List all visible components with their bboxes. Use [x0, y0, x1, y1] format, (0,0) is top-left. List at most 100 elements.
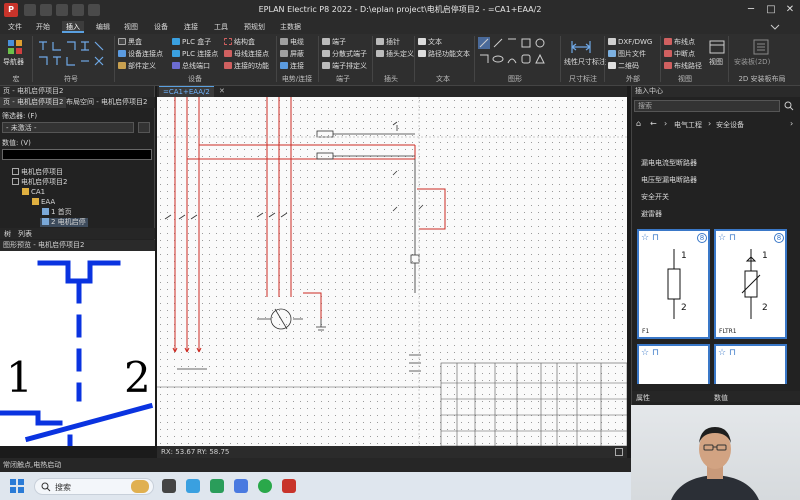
- distributed-terminal-button[interactable]: 分散式端子: [322, 50, 367, 59]
- bus-port-button[interactable]: 总线端口: [172, 62, 210, 71]
- image-file-button[interactable]: 图片文件: [608, 50, 646, 59]
- eplan-taskbar-icon[interactable]: [282, 479, 296, 493]
- menu-preplanning[interactable]: 预规划: [244, 21, 265, 33]
- navigator-icon[interactable]: [6, 38, 24, 56]
- tab-pages[interactable]: 页 - 电机启停项目2: [0, 97, 67, 108]
- menu-connect[interactable]: 连接: [184, 21, 198, 33]
- breadcrumb-electrical[interactable]: 电气工程: [674, 120, 702, 130]
- home-icon[interactable]: ⌂: [636, 119, 641, 128]
- menu-start[interactable]: 开始: [36, 21, 50, 33]
- breadcrumb-safety[interactable]: 安全设备: [716, 120, 744, 130]
- tree-node-eaa[interactable]: EAA: [32, 198, 55, 207]
- ribbon-options-icon[interactable]: [770, 22, 780, 32]
- close-button[interactable]: ✕: [783, 3, 797, 17]
- maximize-button[interactable]: □: [764, 3, 778, 17]
- category-voltage-rcd[interactable]: 电压型漏电断路器: [641, 175, 697, 185]
- symbol-tile-f1[interactable]: ☆ ⊓ 8 1 2 F1: [637, 229, 710, 339]
- tree-node-page2-selected[interactable]: 2 电机启停: [40, 218, 88, 227]
- windows-start-icon[interactable]: [10, 479, 24, 493]
- task-view-icon[interactable]: [162, 479, 176, 493]
- tab-values[interactable]: 数值: [714, 393, 728, 403]
- favorite-star-icon[interactable]: ☆: [718, 348, 726, 358]
- linear-dimension-icon[interactable]: [570, 38, 592, 56]
- bookmark-icon[interactable]: ⊓: [652, 233, 659, 243]
- schematic-canvas[interactable]: [157, 97, 628, 447]
- menu-edit[interactable]: 编辑: [96, 21, 110, 33]
- back-icon[interactable]: ←: [650, 119, 657, 128]
- tree-node-page1[interactable]: 1 首页: [42, 208, 72, 217]
- tab-layout-space[interactable]: 布局空间 - 电机启停项目2: [66, 97, 147, 108]
- filter-select[interactable]: - 未激活 -: [2, 122, 134, 133]
- dxf-dwg-button[interactable]: DXF/DWG: [608, 38, 652, 47]
- tree-node-ca1[interactable]: CA1: [22, 188, 45, 197]
- menu-master-data[interactable]: 主数据: [280, 21, 301, 33]
- insert-center-search[interactable]: 搜索: [634, 100, 780, 112]
- search-icon[interactable]: [784, 101, 794, 111]
- path-function-text-button[interactable]: 路径功能文本: [418, 50, 470, 59]
- mounting-panel-icon[interactable]: [752, 38, 770, 56]
- symbol-tile[interactable]: ☆ ⊓: [637, 344, 710, 384]
- device-connection-point-button[interactable]: 设备连接点: [118, 50, 163, 59]
- interruption-point-button[interactable]: 中断点: [664, 50, 695, 59]
- breadcrumb-dropdown-icon[interactable]: ›: [790, 119, 793, 128]
- tab-properties[interactable]: 属性: [636, 393, 650, 403]
- category-rcd[interactable]: 漏电电流型断路器: [641, 158, 697, 168]
- menu-file[interactable]: 文件: [8, 21, 22, 33]
- category-arrester[interactable]: 避雷器: [641, 209, 662, 219]
- filter-options-button[interactable]: [138, 122, 150, 133]
- tab-tree[interactable]: 树: [4, 229, 11, 239]
- contact-symbol-preview: [0, 260, 154, 449]
- part-definition-button[interactable]: 部件定义: [118, 62, 156, 71]
- menu-device[interactable]: 设备: [154, 21, 168, 33]
- plc-box-button[interactable]: PLC 盒子: [172, 38, 211, 47]
- qr-code-button[interactable]: 二维码: [608, 62, 639, 71]
- document-tab-close-icon[interactable]: ✕: [219, 87, 225, 95]
- cable-button[interactable]: 电缆: [280, 38, 304, 47]
- favorite-star-icon[interactable]: ☆: [718, 233, 726, 243]
- terminal-button[interactable]: 端子: [322, 38, 346, 47]
- terminal-strip-definition-button[interactable]: 端子排定义: [322, 62, 367, 71]
- tab-list[interactable]: 列表: [18, 229, 32, 239]
- terminal-icon: [322, 38, 330, 45]
- minimize-button[interactable]: ─: [744, 3, 758, 17]
- menu-view[interactable]: 视图: [124, 21, 138, 33]
- structure-box-button[interactable]: 结构盒: [224, 38, 255, 47]
- routing-path-button[interactable]: 布线路径: [664, 62, 702, 71]
- status-rx: RX: 53.67: [161, 448, 196, 456]
- app-icon[interactable]: [210, 479, 224, 493]
- bookmark-icon[interactable]: ⊓: [729, 348, 736, 358]
- category-safety-switch[interactable]: 安全开关: [641, 192, 669, 202]
- taskbar-search[interactable]: 搜索: [34, 478, 154, 495]
- symbol-tile-fltr1[interactable]: ☆ ⊓ 8 1 2 FLTR1: [714, 229, 787, 339]
- value-input[interactable]: [2, 149, 152, 160]
- connect-dropdown[interactable]: 连接: [280, 62, 304, 71]
- bookmark-icon[interactable]: ⊓: [652, 348, 659, 358]
- tree-node-project2[interactable]: 电机启停项目2: [12, 178, 67, 187]
- plc-connection-point-button[interactable]: PLC 连接点: [172, 50, 218, 59]
- group-dimension: 尺寸标注: [569, 75, 597, 83]
- pin-button[interactable]: 插针: [376, 38, 400, 47]
- menu-insert[interactable]: 插入: [62, 21, 84, 33]
- tree-node-project1[interactable]: 电机启停项目: [12, 168, 63, 177]
- connected-function-button[interactable]: 连接的功能: [224, 62, 269, 71]
- document-tab[interactable]: =CA1+EAA/2: [159, 86, 214, 97]
- plug-definition-button[interactable]: 插头定义: [376, 50, 414, 59]
- graphic-gallery[interactable]: [478, 37, 554, 71]
- black-box-button[interactable]: 黑盒: [118, 38, 142, 47]
- app-icon[interactable]: [234, 479, 248, 493]
- wechat-icon[interactable]: [258, 479, 272, 493]
- routing-point-button[interactable]: 布线点: [664, 38, 695, 47]
- view-icon[interactable]: [708, 38, 726, 56]
- busbar-connection-point-button[interactable]: 母线连接点: [224, 50, 269, 59]
- text-dropdown[interactable]: 文本: [418, 38, 442, 47]
- menu-tools[interactable]: 工具: [214, 21, 228, 33]
- shield-button[interactable]: 屏蔽: [280, 50, 304, 59]
- status-toggle-icon[interactable]: [615, 448, 623, 456]
- symbol-tile[interactable]: ☆ ⊓: [714, 344, 787, 384]
- symbol-gallery[interactable]: [36, 37, 112, 71]
- favorite-star-icon[interactable]: ☆: [641, 348, 649, 358]
- edge-icon[interactable]: [186, 479, 200, 493]
- insert-center-title: 插入中心: [632, 86, 800, 97]
- favorite-star-icon[interactable]: ☆: [641, 233, 649, 243]
- bookmark-icon[interactable]: ⊓: [729, 233, 736, 243]
